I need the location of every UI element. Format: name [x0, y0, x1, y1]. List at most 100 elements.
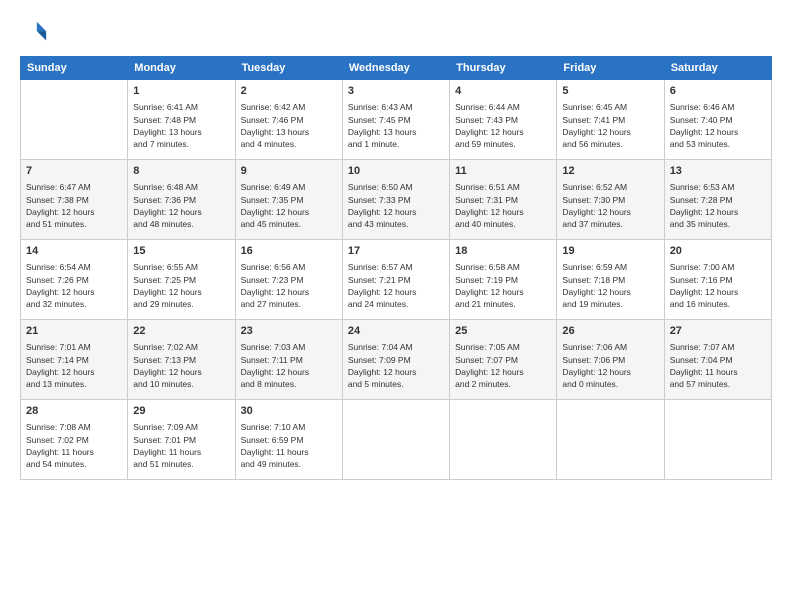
day-number: 11 [455, 164, 551, 179]
calendar-cell: 10 Sunrise: 6:50 AMSunset: 7:33 PMDayligh… [342, 160, 449, 240]
header-cell-monday: Monday [128, 57, 235, 80]
day-info: Sunrise: 7:04 AMSunset: 7:09 PMDaylight:… [348, 341, 444, 390]
day-info: Sunrise: 7:02 AMSunset: 7:13 PMDaylight:… [133, 341, 229, 390]
day-number: 15 [133, 244, 229, 259]
day-info: Sunrise: 6:58 AMSunset: 7:19 PMDaylight:… [455, 261, 551, 310]
calendar-body: 1 Sunrise: 6:41 AMSunset: 7:48 PMDaylight… [21, 80, 772, 480]
calendar-week-5: 28 Sunrise: 7:08 AMSunset: 7:02 PMDayligh… [21, 400, 772, 480]
day-number: 16 [241, 244, 337, 259]
calendar-cell: 1 Sunrise: 6:41 AMSunset: 7:48 PMDaylight… [128, 80, 235, 160]
day-info: Sunrise: 6:43 AMSunset: 7:45 PMDaylight:… [348, 101, 444, 150]
calendar-cell [557, 400, 664, 480]
day-number: 28 [26, 404, 122, 419]
day-info: Sunrise: 6:53 AMSunset: 7:28 PMDaylight:… [670, 181, 766, 230]
header-cell-saturday: Saturday [664, 57, 771, 80]
calendar-cell: 22Sunrise: 7:02 AMSunset: 7:13 PMDayligh… [128, 320, 235, 400]
header-row: SundayMondayTuesdayWednesdayThursdayFrid… [21, 57, 772, 80]
day-number: 14 [26, 244, 122, 259]
day-info: Sunrise: 7:06 AMSunset: 7:06 PMDaylight:… [562, 341, 658, 390]
header-cell-friday: Friday [557, 57, 664, 80]
calendar-cell: 23 Sunrise: 7:03 AMSunset: 7:11 PMDayligh… [235, 320, 342, 400]
day-number: 8 [133, 164, 229, 179]
calendar-cell: 5 Sunrise: 6:45 AMSunset: 7:41 PMDaylight… [557, 80, 664, 160]
calendar-cell: 29 Sunrise: 7:09 AMSunset: 7:01 PMDayligh… [128, 400, 235, 480]
day-info: Sunrise: 7:03 AMSunset: 7:11 PMDaylight:… [241, 341, 337, 390]
day-number: 6 [670, 84, 766, 99]
day-info: Sunrise: 7:10 AMSunset: 6:59 PMDaylight:… [241, 421, 337, 470]
calendar-cell: 6 Sunrise: 6:46 AMSunset: 7:40 PMDaylight… [664, 80, 771, 160]
day-number: 27 [670, 324, 766, 339]
day-info: Sunrise: 7:05 AMSunset: 7:07 PMDaylight:… [455, 341, 551, 390]
day-number: 10 [348, 164, 444, 179]
day-info: Sunrise: 7:08 AMSunset: 7:02 PMDaylight:… [26, 421, 122, 470]
calendar-cell: 7Sunrise: 6:47 AMSunset: 7:38 PMDaylight… [21, 160, 128, 240]
calendar-cell: 20 Sunrise: 7:00 AMSunset: 7:16 PMDayligh… [664, 240, 771, 320]
calendar-cell: 2 Sunrise: 6:42 AMSunset: 7:46 PMDaylight… [235, 80, 342, 160]
day-number: 9 [241, 164, 337, 179]
day-number: 17 [348, 244, 444, 259]
day-info: Sunrise: 6:55 AMSunset: 7:25 PMDaylight:… [133, 261, 229, 310]
day-number: 24 [348, 324, 444, 339]
day-info: Sunrise: 6:50 AMSunset: 7:33 PMDaylight:… [348, 181, 444, 230]
calendar-cell: 16 Sunrise: 6:56 AMSunset: 7:23 PMDayligh… [235, 240, 342, 320]
calendar-cell: 25Sunrise: 7:05 AMSunset: 7:07 PMDayligh… [450, 320, 557, 400]
calendar-cell [342, 400, 449, 480]
day-number: 29 [133, 404, 229, 419]
day-info: Sunrise: 6:42 AMSunset: 7:46 PMDaylight:… [241, 101, 337, 150]
day-info: Sunrise: 6:49 AMSunset: 7:35 PMDaylight:… [241, 181, 337, 230]
day-number: 13 [670, 164, 766, 179]
day-number: 26 [562, 324, 658, 339]
day-info: Sunrise: 6:47 AMSunset: 7:38 PMDaylight:… [26, 181, 122, 230]
calendar-cell: 3 Sunrise: 6:43 AMSunset: 7:45 PMDaylight… [342, 80, 449, 160]
day-number: 2 [241, 84, 337, 99]
day-info: Sunrise: 6:51 AMSunset: 7:31 PMDaylight:… [455, 181, 551, 230]
day-info: Sunrise: 7:01 AMSunset: 7:14 PMDaylight:… [26, 341, 122, 390]
day-number: 21 [26, 324, 122, 339]
header-cell-wednesday: Wednesday [342, 57, 449, 80]
day-info: Sunrise: 7:07 AMSunset: 7:04 PMDaylight:… [670, 341, 766, 390]
calendar-cell: 26 Sunrise: 7:06 AMSunset: 7:06 PMDayligh… [557, 320, 664, 400]
day-info: Sunrise: 7:00 AMSunset: 7:16 PMDaylight:… [670, 261, 766, 310]
header [20, 18, 772, 46]
calendar-cell: 19Sunrise: 6:59 AMSunset: 7:18 PMDayligh… [557, 240, 664, 320]
calendar-week-3: 14 Sunrise: 6:54 AMSunset: 7:26 PMDayligh… [21, 240, 772, 320]
calendar-cell: 15 Sunrise: 6:55 AMSunset: 7:25 PMDayligh… [128, 240, 235, 320]
day-number: 1 [133, 84, 229, 99]
day-info: Sunrise: 6:41 AMSunset: 7:48 PMDaylight:… [133, 101, 229, 150]
day-info: Sunrise: 6:45 AMSunset: 7:41 PMDaylight:… [562, 101, 658, 150]
calendar-cell: 9 Sunrise: 6:49 AMSunset: 7:35 PMDaylight… [235, 160, 342, 240]
day-info: Sunrise: 7:09 AMSunset: 7:01 PMDaylight:… [133, 421, 229, 470]
calendar-cell: 4 Sunrise: 6:44 AMSunset: 7:43 PMDaylight… [450, 80, 557, 160]
calendar-cell [664, 400, 771, 480]
calendar-cell [21, 80, 128, 160]
day-number: 20 [670, 244, 766, 259]
day-number: 23 [241, 324, 337, 339]
day-info: Sunrise: 6:54 AMSunset: 7:26 PMDaylight:… [26, 261, 122, 310]
calendar-cell: 13 Sunrise: 6:53 AMSunset: 7:28 PMDayligh… [664, 160, 771, 240]
calendar-cell: 12Sunrise: 6:52 AMSunset: 7:30 PMDayligh… [557, 160, 664, 240]
calendar-cell: 28 Sunrise: 7:08 AMSunset: 7:02 PMDayligh… [21, 400, 128, 480]
day-info: Sunrise: 6:44 AMSunset: 7:43 PMDaylight:… [455, 101, 551, 150]
day-info: Sunrise: 6:48 AMSunset: 7:36 PMDaylight:… [133, 181, 229, 230]
day-number: 5 [562, 84, 658, 99]
day-number: 18 [455, 244, 551, 259]
calendar-week-2: 7Sunrise: 6:47 AMSunset: 7:38 PMDaylight… [21, 160, 772, 240]
calendar-table: SundayMondayTuesdayWednesdayThursdayFrid… [20, 56, 772, 480]
day-number: 19 [562, 244, 658, 259]
day-info: Sunrise: 6:52 AMSunset: 7:30 PMDaylight:… [562, 181, 658, 230]
calendar-cell: 8 Sunrise: 6:48 AMSunset: 7:36 PMDaylight… [128, 160, 235, 240]
day-number: 4 [455, 84, 551, 99]
day-info: Sunrise: 6:56 AMSunset: 7:23 PMDaylight:… [241, 261, 337, 310]
header-cell-tuesday: Tuesday [235, 57, 342, 80]
logo [20, 18, 52, 46]
calendar-cell: 27 Sunrise: 7:07 AMSunset: 7:04 PMDayligh… [664, 320, 771, 400]
logo-icon [20, 18, 48, 46]
day-number: 3 [348, 84, 444, 99]
calendar-cell: 21 Sunrise: 7:01 AMSunset: 7:14 PMDayligh… [21, 320, 128, 400]
calendar-week-4: 21 Sunrise: 7:01 AMSunset: 7:14 PMDayligh… [21, 320, 772, 400]
day-number: 30 [241, 404, 337, 419]
calendar-cell [450, 400, 557, 480]
calendar-cell: 30 Sunrise: 7:10 AMSunset: 6:59 PMDayligh… [235, 400, 342, 480]
page: SundayMondayTuesdayWednesdayThursdayFrid… [0, 0, 792, 612]
day-info: Sunrise: 6:46 AMSunset: 7:40 PMDaylight:… [670, 101, 766, 150]
